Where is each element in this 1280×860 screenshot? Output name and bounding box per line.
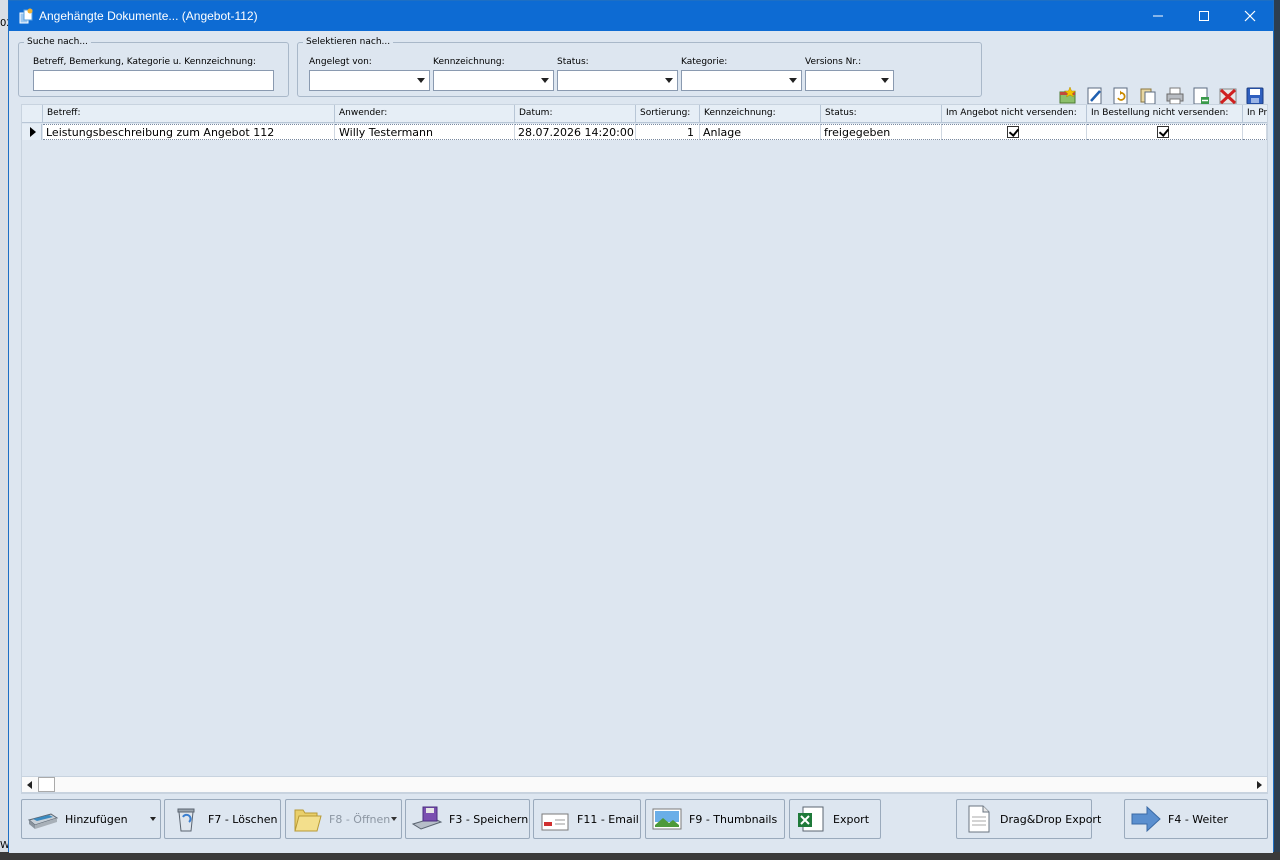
save-button[interactable]: F3 - Speichern [405,799,530,839]
edit-icon[interactable] [1085,86,1105,106]
checkbox-bestellung-nicht-versenden[interactable] [1157,126,1169,138]
cell-status[interactable]: freigegeben [821,124,942,140]
print-icon[interactable] [1165,86,1185,106]
close-icon [1244,10,1256,22]
status-label: Status: [557,57,589,67]
column-header-angebot-nicht-versenden[interactable]: Im Angebot nicht versenden: [942,105,1087,123]
export-button[interactable]: Export [789,799,881,839]
email-icon [541,813,569,831]
add-button[interactable]: Hinzufügen [21,799,161,839]
folder-icon [294,809,322,832]
versions-nr-label: Versions Nr.: [805,57,862,67]
select-legend: Selektieren nach... [306,37,391,47]
angelegt-von-label: Angelegt von: [309,57,372,67]
kennzeichnung-combo[interactable] [433,70,554,91]
documents-grid: Betreff: Anwender: Datum: Sortierung: Ke… [21,104,1268,794]
column-header-betreff[interactable]: Betreff: [43,105,335,123]
grid-header: Betreff: Anwender: Datum: Sortierung: Ke… [22,105,1267,123]
scroll-thumb[interactable] [38,777,55,792]
checkbox-angebot-nicht-versenden[interactable] [1007,126,1019,138]
dragdrop-export-button[interactable]: Drag&Drop Export [956,799,1101,839]
cell-datum[interactable]: 28.07.2026 14:20:00 [515,124,636,140]
title-bar[interactable]: Angehängte Dokumente... (Angebot-112) [9,1,1273,31]
scroll-right-icon[interactable] [1252,777,1267,792]
cell-truncated[interactable] [1243,124,1267,140]
search-label: Betreff, Bemerkung, Kategorie u. Kennzei… [33,57,256,67]
open-button[interactable]: F8 - Öffnen [285,799,402,839]
save-icon[interactable] [1245,86,1265,106]
column-header-sortierung[interactable]: Sortierung: [636,105,700,123]
dragdrop-export-button-label: Drag&Drop Export [1000,812,1102,826]
email-button-label: F11 - Email [577,812,639,826]
disk-save-icon [411,806,443,830]
desktop-background: 02 W [0,0,13,860]
next-button[interactable]: F4 - Weiter [1124,799,1268,839]
column-header-status[interactable]: Status: [821,105,942,123]
versions-nr-combo[interactable] [805,70,894,91]
kennzeichnung-label: Kennzeichnung: [433,57,505,67]
column-header-kennzeichnung[interactable]: Kennzeichnung: [700,105,821,123]
copy-icon[interactable] [1138,86,1158,106]
chevron-down-icon[interactable] [150,817,156,821]
trash-icon [177,808,195,832]
row-selector-arrow-icon[interactable] [22,124,42,140]
excel-icon [798,806,824,832]
delete-icon[interactable] [1218,86,1238,106]
add-button-label: Hinzufügen [65,812,128,826]
cell-betreff[interactable]: Leistungsbeschreibung zum Angebot 112 [43,124,335,140]
thumbnails-button-label: F9 - Thumbnails [689,812,778,826]
minimize-icon [1153,15,1163,17]
document-icon [968,805,990,833]
table-row[interactable]: Leistungsbeschreibung zum Angebot 112 Wi… [22,124,1267,140]
chevron-down-icon[interactable] [537,71,553,90]
column-header-anwender[interactable]: Anwender: [335,105,515,123]
window-content: Suche nach... Betreff, Bemerkung, Katego… [9,31,1273,853]
status-combo[interactable] [557,70,678,91]
next-button-label: F4 - Weiter [1168,812,1228,826]
scanner-icon [27,813,59,829]
maximize-button[interactable] [1181,1,1227,31]
cell-angebot-nicht-versenden[interactable] [942,124,1087,140]
taskbar-strip [0,852,1280,860]
cell-kennzeichnung[interactable]: Anlage [700,124,821,140]
column-header-datum[interactable]: Datum: [515,105,636,123]
chevron-down-icon[interactable] [877,71,893,90]
export-icon[interactable] [1191,86,1211,106]
close-button[interactable] [1227,1,1273,31]
refresh-icon[interactable] [1111,86,1131,106]
thumbnails-button[interactable]: F9 - Thumbnails [645,799,785,839]
chevron-down-icon[interactable] [413,71,429,90]
cell-anwender[interactable]: Willy Testermann [335,124,515,140]
horizontal-scrollbar[interactable] [21,776,1268,793]
app-icon [19,8,33,24]
kategorie-label: Kategorie: [681,57,728,67]
minimize-button[interactable] [1135,1,1181,31]
cell-sortierung[interactable]: 1 [636,124,700,140]
chevron-down-icon[interactable] [661,71,677,90]
kategorie-combo[interactable] [681,70,802,91]
column-header-bestellung-nicht-versenden[interactable]: In Bestellung nicht versenden: [1087,105,1243,123]
column-header-truncated[interactable]: In Pr [1243,105,1267,123]
email-button[interactable]: F11 - Email [533,799,641,839]
chevron-down-icon[interactable] [391,817,397,821]
save-button-label: F3 - Speichern [449,812,529,826]
search-input[interactable] [33,70,274,91]
search-legend: Suche nach... [27,37,88,47]
delete-button[interactable]: F7 - Löschen [164,799,281,839]
attached-documents-window: Angehängte Dokumente... (Angebot-112) Su… [8,0,1274,853]
scroll-left-icon[interactable] [22,777,37,792]
delete-button-label: F7 - Löschen [208,812,278,826]
angelegt-von-combo[interactable] [309,70,430,91]
grid-corner [22,105,43,123]
arrow-right-icon [1131,805,1161,833]
maximize-icon [1199,11,1209,21]
open-button-label: F8 - Öffnen [329,812,391,826]
new-star-icon[interactable] [1058,86,1078,106]
chevron-down-icon[interactable] [785,71,801,90]
window-title: Angehängte Dokumente... (Angebot-112) [39,9,258,23]
export-button-label: Export [833,812,870,826]
cell-bestellung-nicht-versenden[interactable] [1087,124,1243,140]
picture-icon [652,808,682,830]
